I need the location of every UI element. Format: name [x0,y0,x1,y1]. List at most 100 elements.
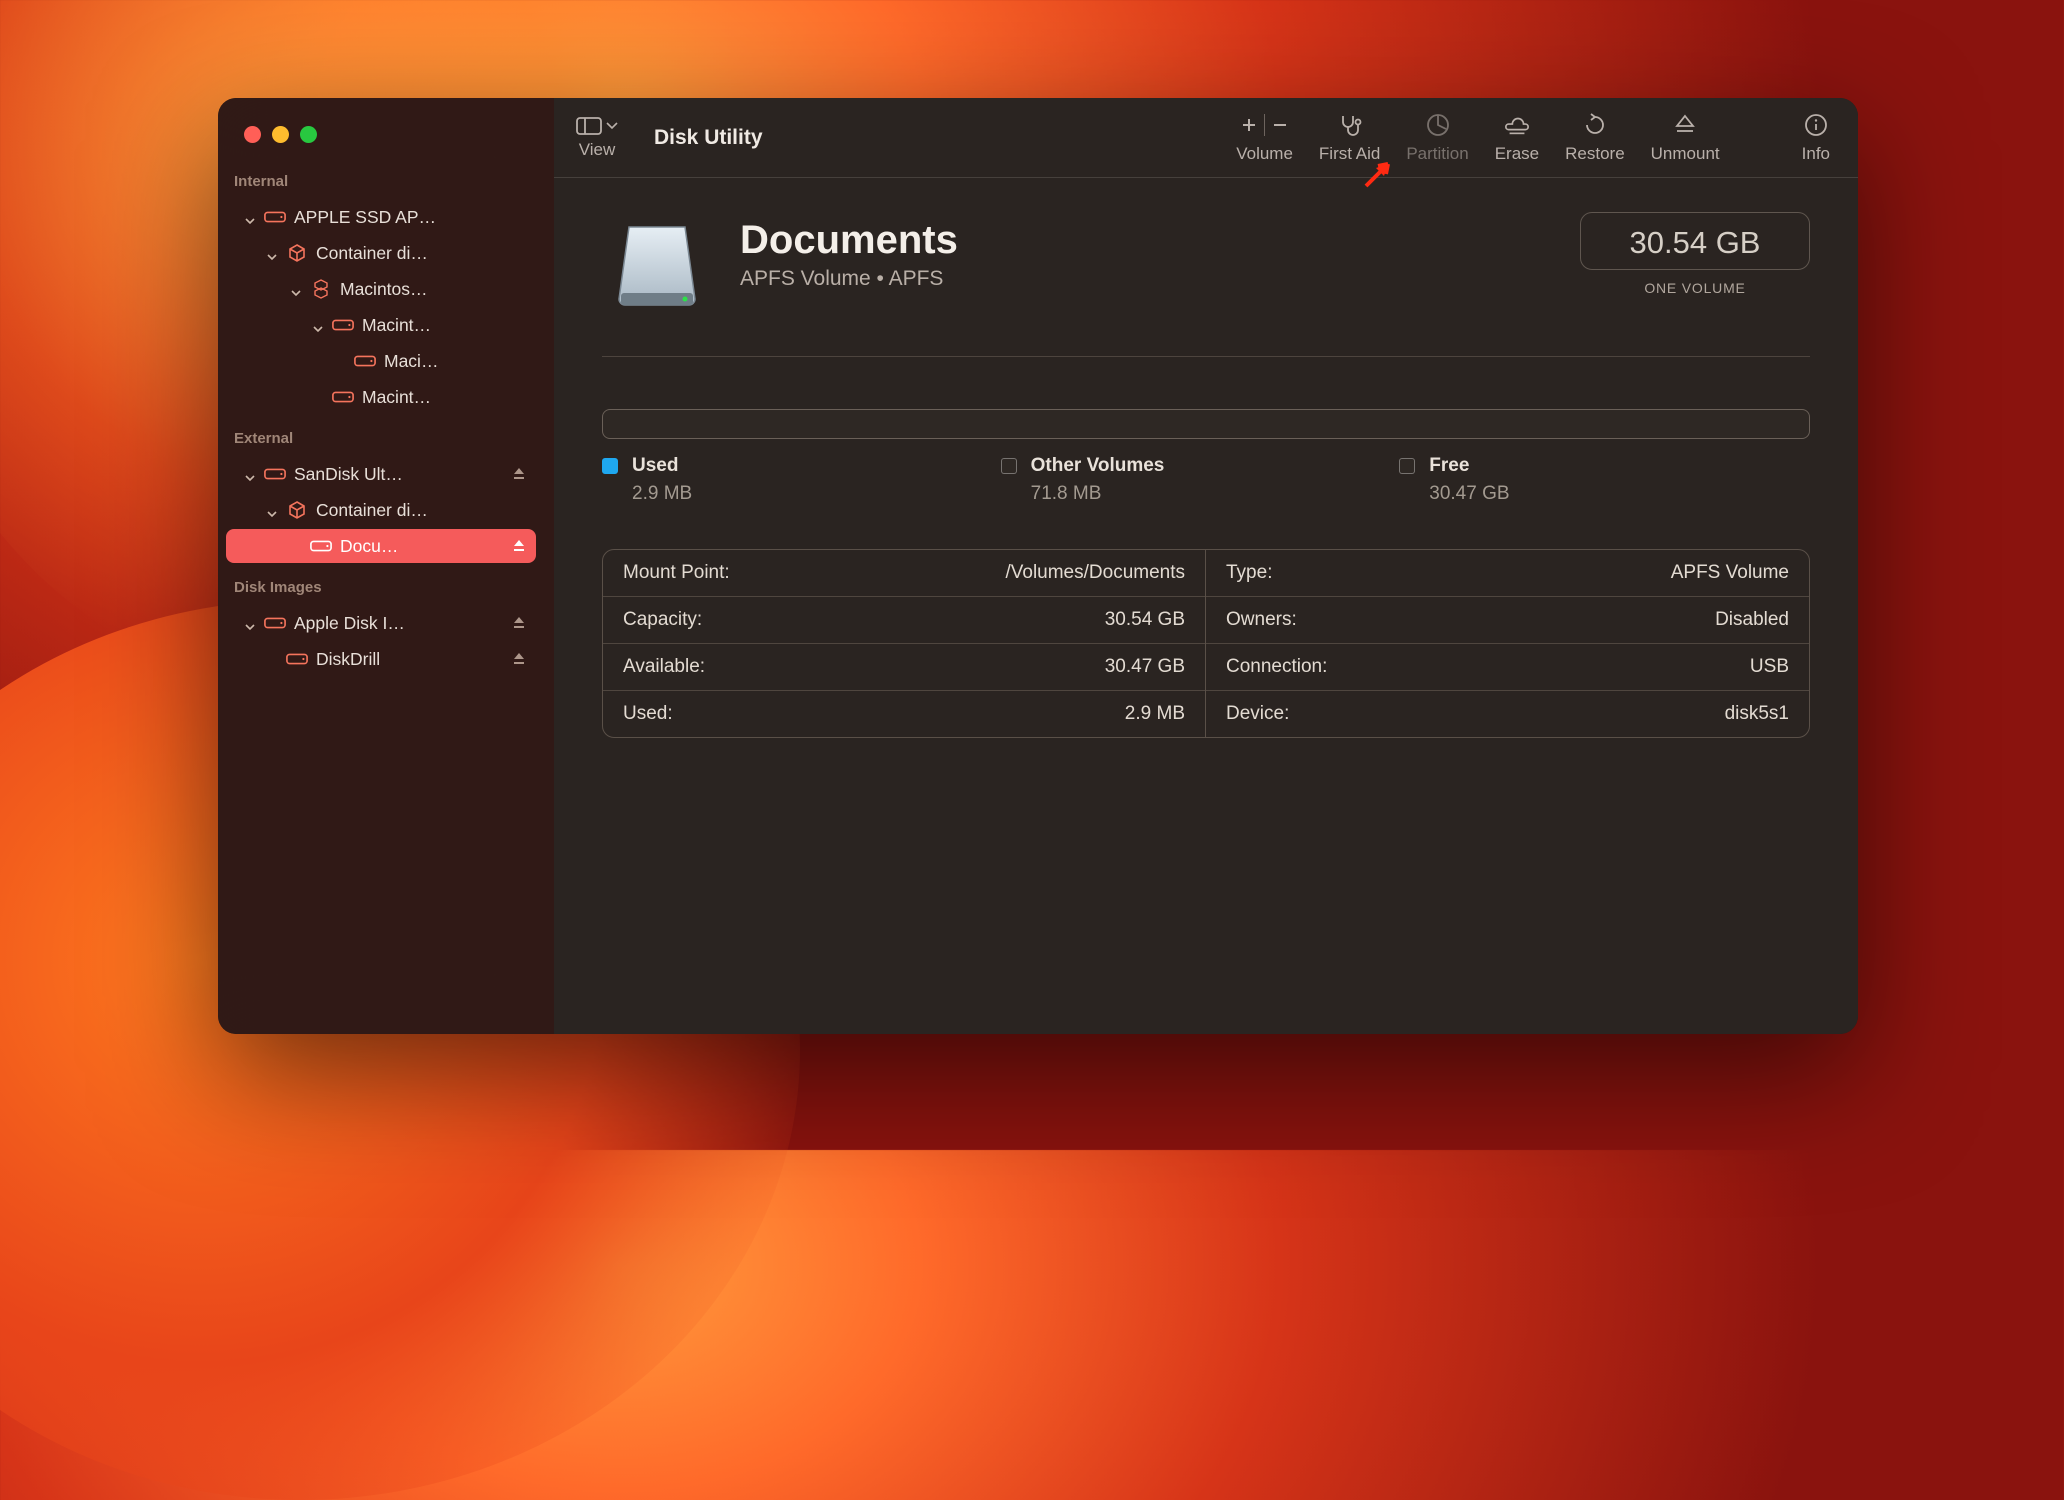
sidebar-item-label: Apple Disk I… [294,613,502,634]
eject-icon[interactable] [510,537,528,555]
erase-button[interactable]: Erase [1495,112,1539,164]
sidebar-item-macintosh-2[interactable]: Maci… [226,344,536,378]
toolbar-label: Volume [1236,144,1293,164]
unmount-button[interactable]: Unmount [1651,112,1720,164]
volume-add-remove-button[interactable]: Volume [1236,112,1293,164]
sidebar-item-label: Container di… [316,500,528,521]
close-window-button[interactable] [244,126,261,143]
restore-icon [1582,112,1608,138]
sidebar-item-label: Macint… [362,387,528,408]
stethoscope-icon [1337,112,1363,138]
sidebar-item-sandisk[interactable]: SanDisk Ult… [226,457,536,491]
chevron-down-icon [266,247,278,259]
sidebar-layout-icon [576,116,602,136]
sidebar-item-documents[interactable]: Docu… [226,529,536,563]
sidebar-item-macintosh-3[interactable]: Macint… [226,380,536,414]
info-icon [1803,112,1829,138]
eject-icon[interactable] [510,465,528,483]
legend-other-label: Other Volumes [1031,455,1165,477]
volume-drive-icon [602,212,712,322]
info-row-device: Device:disk5s1 [1206,690,1809,737]
partition-button[interactable]: Partition [1406,112,1468,164]
sidebar-item-label: Macint… [362,315,528,336]
toolbar-label: Restore [1565,144,1625,164]
info-row-capacity: Capacity:30.54 GB [603,596,1205,643]
disk-utility-window: Internal APPLE SSD AP… Container di… Mac… [218,98,1858,1034]
sidebar-item-label: Docu… [340,536,502,557]
usage-legend: Used 2.9 MB Other Volumes 71.8 MB Free 3… [602,455,1810,505]
cube-icon [286,242,308,264]
sidebar-item-internal-disk[interactable]: APPLE SSD AP… [226,200,536,234]
info-button[interactable]: Info [1802,112,1830,164]
chevron-down-icon [244,617,256,629]
chevron-down-icon [244,468,256,480]
sidebar-item-label: DiskDrill [316,649,502,670]
volume-name: Documents [740,218,1580,263]
disk-icon [354,350,376,372]
legend-used-value: 2.9 MB [632,483,1001,505]
pie-chart-icon [1425,112,1451,138]
chevron-down-icon [312,319,324,331]
disk-icon [332,314,354,336]
toolbar-label: First Aid [1319,144,1380,164]
capacity-card[interactable]: 30.54 GB [1580,212,1810,270]
sidebar-item-label: Maci… [384,351,528,372]
disk-icon [264,463,286,485]
cube-icon [286,499,308,521]
window-traffic-lights [218,116,554,159]
restore-button[interactable]: Restore [1565,112,1625,164]
minimize-window-button[interactable] [272,126,289,143]
legend-free-value: 30.47 GB [1429,483,1798,505]
chevron-down-icon [266,504,278,516]
info-row-type: Type:APFS Volume [1206,550,1809,596]
one-volume-label: ONE VOLUME [1580,280,1810,296]
chevron-down-icon [290,283,302,295]
sidebar-item-macintosh-1[interactable]: Macint… [226,308,536,342]
toolbar-label: Info [1802,144,1830,164]
sidebar-item-label: Container di… [316,243,528,264]
toolbar-label: Partition [1406,144,1468,164]
disk-icon [310,535,332,557]
swatch-other [1001,458,1017,474]
sidebar: Internal APPLE SSD AP… Container di… Mac… [218,98,554,1034]
sidebar-item-label: APPLE SSD AP… [294,207,528,228]
swatch-free [1399,458,1415,474]
sidebar-item-label: Macintos… [340,279,528,300]
sidebar-item-macintosh-group[interactable]: Macintos… [226,272,536,306]
sidebar-item-diskdrill[interactable]: DiskDrill [226,642,536,676]
divider [602,356,1810,357]
volume-subtitle: APFS Volume • APFS [740,267,1580,291]
first-aid-button[interactable]: First Aid [1319,112,1380,164]
sidebar-item-label: SanDisk Ult… [294,464,502,485]
info-row-mount-point: Mount Point:/Volumes/Documents [603,550,1205,596]
usage-bar [602,409,1810,439]
zoom-window-button[interactable] [300,126,317,143]
erase-disk-icon [1504,112,1530,138]
sidebar-section-internal: Internal [218,159,554,198]
disk-icon [286,648,308,670]
sidebar-item-apple-disk-image[interactable]: Apple Disk I… [226,606,536,640]
legend-other-value: 71.8 MB [1031,483,1400,505]
disk-icon [332,386,354,408]
legend-used-label: Used [632,455,678,477]
stacked-cubes-icon [310,278,332,300]
chevron-down-icon [244,211,256,223]
eject-icon [1672,112,1698,138]
view-menu-button[interactable]: View [576,116,618,160]
minus-icon [1271,116,1289,134]
info-row-owners: Owners:Disabled [1206,596,1809,643]
info-table: Mount Point:/Volumes/Documents Capacity:… [602,549,1810,738]
info-row-used: Used:2.9 MB [603,690,1205,737]
eject-icon[interactable] [510,614,528,632]
eject-icon[interactable] [510,650,528,668]
disk-icon [264,612,286,634]
plus-icon [1240,116,1258,134]
info-row-connection: Connection:USB [1206,643,1809,690]
sidebar-section-disk-images: Disk Images [218,565,554,604]
disk-icon [264,206,286,228]
sidebar-item-container[interactable]: Container di… [226,236,536,270]
legend-free-label: Free [1429,455,1469,477]
sidebar-section-external: External [218,416,554,455]
swatch-used [602,458,618,474]
sidebar-item-container-external[interactable]: Container di… [226,493,536,527]
